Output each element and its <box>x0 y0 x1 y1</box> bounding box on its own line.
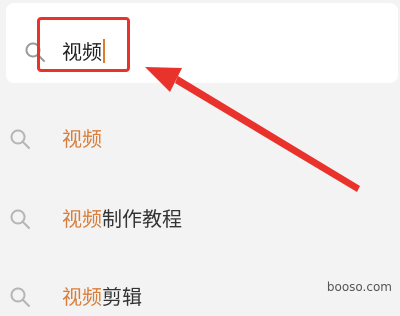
suggestion-highlight: 视频 <box>62 127 102 151</box>
watermark: booso.com <box>326 280 392 294</box>
suggestion-highlight: 视频 <box>62 207 102 231</box>
suggestion-label: 视频 <box>62 126 102 152</box>
suggestion-rest: 剪辑 <box>102 285 142 309</box>
search-icon <box>9 208 31 234</box>
suggestion-highlight: 视频 <box>62 285 102 309</box>
search-icon <box>9 286 31 312</box>
suggestion-rest: 制作教程 <box>102 207 182 231</box>
suggestion-item[interactable]: 视频 <box>0 118 400 158</box>
search-icon <box>9 128 31 154</box>
suggestion-item[interactable]: 视频制作教程 <box>0 198 400 238</box>
suggestion-label: 视频剪辑 <box>62 284 142 310</box>
suggestion-label: 视频制作教程 <box>62 206 182 232</box>
